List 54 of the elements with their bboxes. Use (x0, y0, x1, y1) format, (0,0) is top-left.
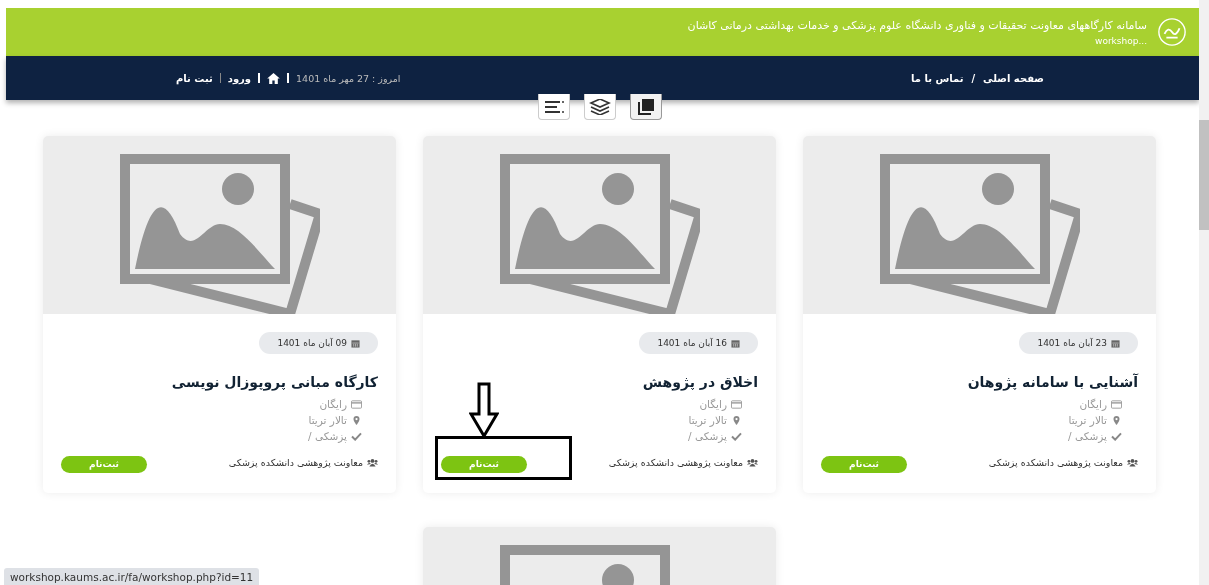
organizer-text: معاونت پژوهشی دانشکده پزشکی (228, 456, 363, 468)
account-link[interactable]: ثبت نام (176, 72, 213, 84)
account-link[interactable]: ورود (227, 72, 252, 84)
image-placeholder-icon (879, 154, 1080, 314)
site-title: سامانه کارگاههای معاونت تحقیقات و فناوری دانشگاه علوم پزشکی و خدمات بهداشتی درمانی کاشان (687, 18, 1147, 32)
scrollbar[interactable] (1199, 0, 1209, 585)
list-view-button[interactable] (537, 94, 570, 120)
nav-link[interactable]: صفحه اصلی (983, 72, 1044, 84)
organizer-text: معاونت پژوهشی دانشکده پزشکی (608, 456, 743, 468)
breadcrumb-separator: / (971, 72, 976, 84)
home-icon[interactable] (267, 72, 281, 84)
cards-view-button[interactable] (629, 94, 662, 120)
calendar-icon (351, 338, 360, 348)
category-text: پزشکی / (308, 429, 347, 444)
layers-view-button[interactable] (583, 94, 616, 120)
date-text: 23 آبان ماه 1401 (1037, 338, 1107, 348)
workshop-title[interactable]: اخلاق در پژوهش (642, 374, 758, 390)
place-text: تالار تریتا (688, 413, 727, 428)
users-icon (1127, 457, 1138, 467)
credit-card-icon (1111, 399, 1122, 409)
price-text: رایگان (319, 397, 347, 412)
calendar-icon (1111, 338, 1120, 348)
workshop-title[interactable]: کارگاه مبانی پروپوزال نویسی (171, 374, 378, 390)
image-placeholder-icon (499, 154, 700, 314)
list-icon (543, 99, 564, 114)
logo-icon (1157, 17, 1187, 47)
copy-icon (636, 97, 655, 116)
nav-link[interactable]: تماس با ما (911, 72, 964, 84)
users-icon (367, 457, 378, 467)
place-text: تالار تریتا (308, 413, 347, 428)
location-pin-icon (1111, 415, 1122, 425)
site-subtitle: workshop... (1095, 35, 1147, 46)
check-icon (351, 431, 362, 441)
price-text: رایگان (1079, 397, 1107, 412)
date-text: 16 آبان ماه 1401 (657, 338, 727, 348)
organizer-text: معاونت پژوهشی دانشکده پزشکی (988, 456, 1123, 468)
credit-card-icon (351, 399, 362, 409)
users-icon (747, 457, 758, 467)
date-text: 09 آبان ماه 1401 (277, 338, 347, 348)
price-text: رایگان (699, 397, 727, 412)
check-icon (1111, 431, 1122, 441)
place-text: تالار تریتا (1068, 413, 1107, 428)
image-placeholder-icon (119, 154, 320, 314)
location-pin-icon (351, 415, 362, 425)
workshop-title[interactable]: آشنایی با سامانه پژوهان (967, 374, 1138, 390)
credit-card-icon (731, 399, 742, 409)
calendar-icon (731, 338, 740, 348)
check-icon (731, 431, 742, 441)
location-pin-icon (731, 415, 742, 425)
category-text: پزشکی / (1068, 429, 1107, 444)
category-text: پزشکی / (688, 429, 727, 444)
status-url: workshop.kaums.ac.ir/fa/workshop.php?id=11 (4, 568, 260, 585)
today-date: امروز : 27 مهر ماه 1401 (296, 72, 401, 84)
layers-icon (588, 98, 611, 115)
